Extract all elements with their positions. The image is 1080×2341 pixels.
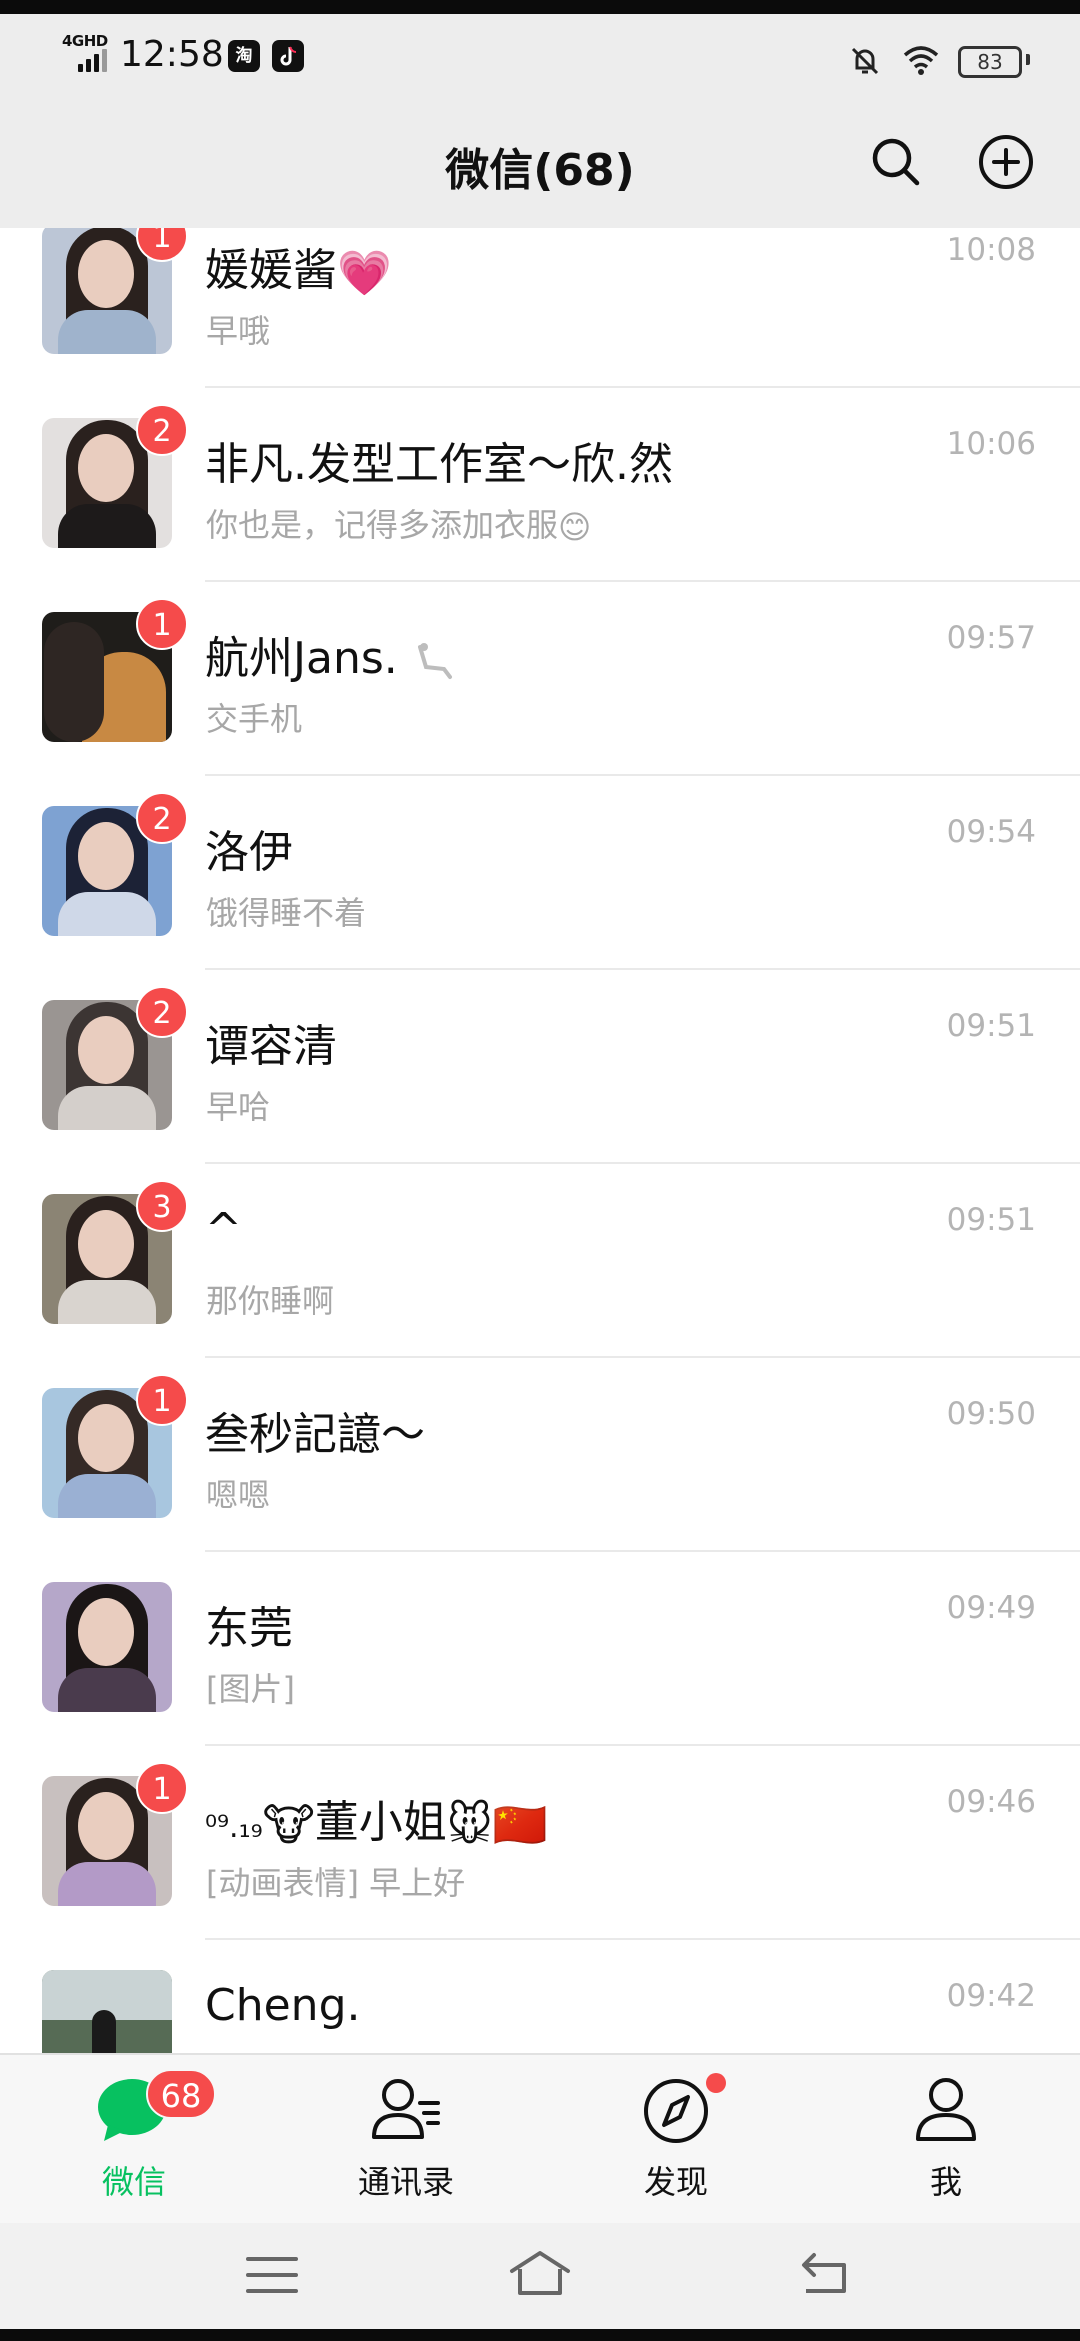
chat-time: 10:06 — [946, 426, 1036, 462]
status-time: 12:58 — [120, 34, 224, 75]
bottom-tab-bar: 68 微信 通讯录 发现 我 — [0, 2053, 1080, 2223]
chat-list[interactable]: 1 媛媛酱💗 早哦 10:08 2 非凡.发型工作室～欣.然 你也是，记得多添加… — [0, 228, 1080, 2053]
add-circle-icon[interactable] — [974, 130, 1038, 194]
cellular-signal-icon: 4GHD — [62, 32, 112, 82]
unread-badge: 1 — [136, 1374, 188, 1426]
chat-time: 09:49 — [946, 1590, 1036, 1626]
system-nav-bar — [0, 2223, 1080, 2329]
tab-me[interactable]: 我 — [846, 2055, 1046, 2223]
chat-name: 叁秒記譩～ — [205, 1409, 425, 1460]
top-edge — [0, 0, 1080, 14]
mute-icon — [851, 47, 879, 75]
tab-contacts[interactable]: 通讯录 — [306, 2055, 506, 2223]
chat-item-6[interactable]: 1 叁秒記譩～ 嗯嗯 09:50 — [0, 1358, 1080, 1552]
status-bar: 4GHD 12:58 淘 83 — [0, 14, 1080, 104]
chat-time: 09:51 — [946, 1202, 1036, 1238]
taobao-icon: 淘 — [228, 40, 260, 72]
unread-badge: 2 — [136, 986, 188, 1038]
chat-preview: 早哈 — [206, 1088, 271, 1126]
chat-item-7[interactable]: 东莞 [图片] 09:49 — [0, 1552, 1080, 1746]
avatar — [42, 1970, 172, 2053]
bottom-edge — [0, 2329, 1080, 2341]
tab-label: 微信 — [101, 2163, 166, 2201]
network-type: 4GHD — [62, 32, 108, 50]
chat-preview: 早哦 — [206, 312, 271, 350]
chat-preview: 交手机 — [206, 700, 303, 738]
chat-name: 媛媛酱💗 — [205, 245, 392, 299]
chat-time: 09:42 — [946, 1978, 1036, 2014]
smile-emoji: 😊 — [558, 508, 592, 546]
chat-item-5[interactable]: 3 ^ 那你睡啊 09:51 — [0, 1164, 1080, 1358]
unread-badge: 3 — [136, 1180, 188, 1232]
chat-preview: 嗯嗯 — [206, 1476, 271, 1514]
unread-badge: 2 — [136, 404, 188, 456]
tab-label: 通讯录 — [357, 2163, 454, 2201]
heart-emoji: 💗 — [337, 248, 392, 299]
chat-time: 09:51 — [946, 1008, 1036, 1044]
chat-preview: [动画表情] 早上好 — [206, 1864, 466, 1902]
chat-item-4[interactable]: 2 谭容清 早哈 09:51 — [0, 970, 1080, 1164]
chat-name: 洛伊 — [205, 827, 293, 878]
tab-badge: 68 — [146, 2069, 216, 2119]
chat-preview: 那你睡啊 — [206, 1282, 335, 1320]
tab-discover[interactable]: 发现 — [576, 2055, 776, 2223]
title-bar: 微信(68) — [0, 104, 1080, 228]
discover-red-dot — [706, 2073, 726, 2093]
chat-preview: [图片] — [206, 1670, 295, 1708]
home-icon[interactable] — [508, 2245, 572, 2305]
chat-time: 09:50 — [946, 1396, 1036, 1432]
tab-label: 我 — [929, 2163, 962, 2201]
mouse-flag-emoji: 🐭🇨🇳 — [446, 1800, 548, 1851]
chat-item-2[interactable]: 1 航州Jans. 交手机 09:57 — [0, 582, 1080, 776]
person-icon — [916, 2078, 976, 2141]
name-prefix: ⁰⁹.₁₉ — [205, 1810, 263, 1845]
wifi-icon — [903, 46, 939, 75]
compass-icon — [644, 2079, 708, 2143]
search-icon[interactable] — [864, 130, 928, 194]
chat-time: 10:08 — [946, 232, 1036, 268]
chat-item-9[interactable]: Cheng. 09:42 — [0, 1940, 1080, 2053]
unread-badge: 2 — [136, 792, 188, 844]
chat-time: 09:46 — [946, 1784, 1036, 1820]
avatar — [42, 1582, 172, 1712]
tab-chats[interactable]: 68 微信 — [34, 2055, 234, 2223]
menu-icon[interactable] — [240, 2245, 304, 2305]
back-icon[interactable] — [792, 2245, 856, 2305]
tab-label: 发现 — [643, 2163, 708, 2201]
chat-name: Cheng. — [205, 1980, 361, 2031]
battery-level: 83 — [958, 46, 1022, 78]
battery-icon: 83 — [952, 46, 1030, 80]
chat-name: 非凡.发型工作室～欣.然 — [205, 439, 673, 490]
chat-name: ^ — [205, 1204, 242, 1255]
chat-item-1[interactable]: 2 非凡.发型工作室～欣.然 你也是，记得多添加衣服😊 10:06 — [0, 388, 1080, 582]
chat-name: ⁰⁹.₁₉🐮董小姐🐭🇨🇳 — [205, 1797, 548, 1851]
unread-badge: 1 — [136, 598, 188, 650]
chat-item-3[interactable]: 2 洛伊 饿得睡不着 09:54 — [0, 776, 1080, 970]
douyin-icon — [272, 40, 304, 72]
chat-time: 09:54 — [946, 814, 1036, 850]
chat-time: 09:57 — [946, 620, 1036, 656]
chat-item-0[interactable]: 1 媛媛酱💗 早哦 10:08 — [0, 228, 1080, 388]
contacts-icon — [372, 2079, 440, 2139]
chat-item-8[interactable]: 1 ⁰⁹.₁₉🐮董小姐🐭🇨🇳 [动画表情] 早上好 09:46 — [0, 1746, 1080, 1940]
cow-emoji: 🐮 — [262, 1799, 315, 1851]
chat-preview: 饿得睡不着 — [206, 894, 367, 932]
unread-badge: 1 — [136, 1762, 188, 1814]
chat-name: 航州Jans. — [205, 622, 456, 686]
chat-preview: 你也是，记得多添加衣服😊 — [206, 506, 592, 546]
chat-name: 谭容清 — [205, 1021, 337, 1072]
chat-name: 东莞 — [205, 1603, 293, 1654]
massage-chair-icon — [417, 643, 452, 679]
wechat-screen: 4GHD 12:58 淘 83 微信(68) 1 媛媛酱💗 早哦 10:08 2… — [0, 0, 1080, 2341]
